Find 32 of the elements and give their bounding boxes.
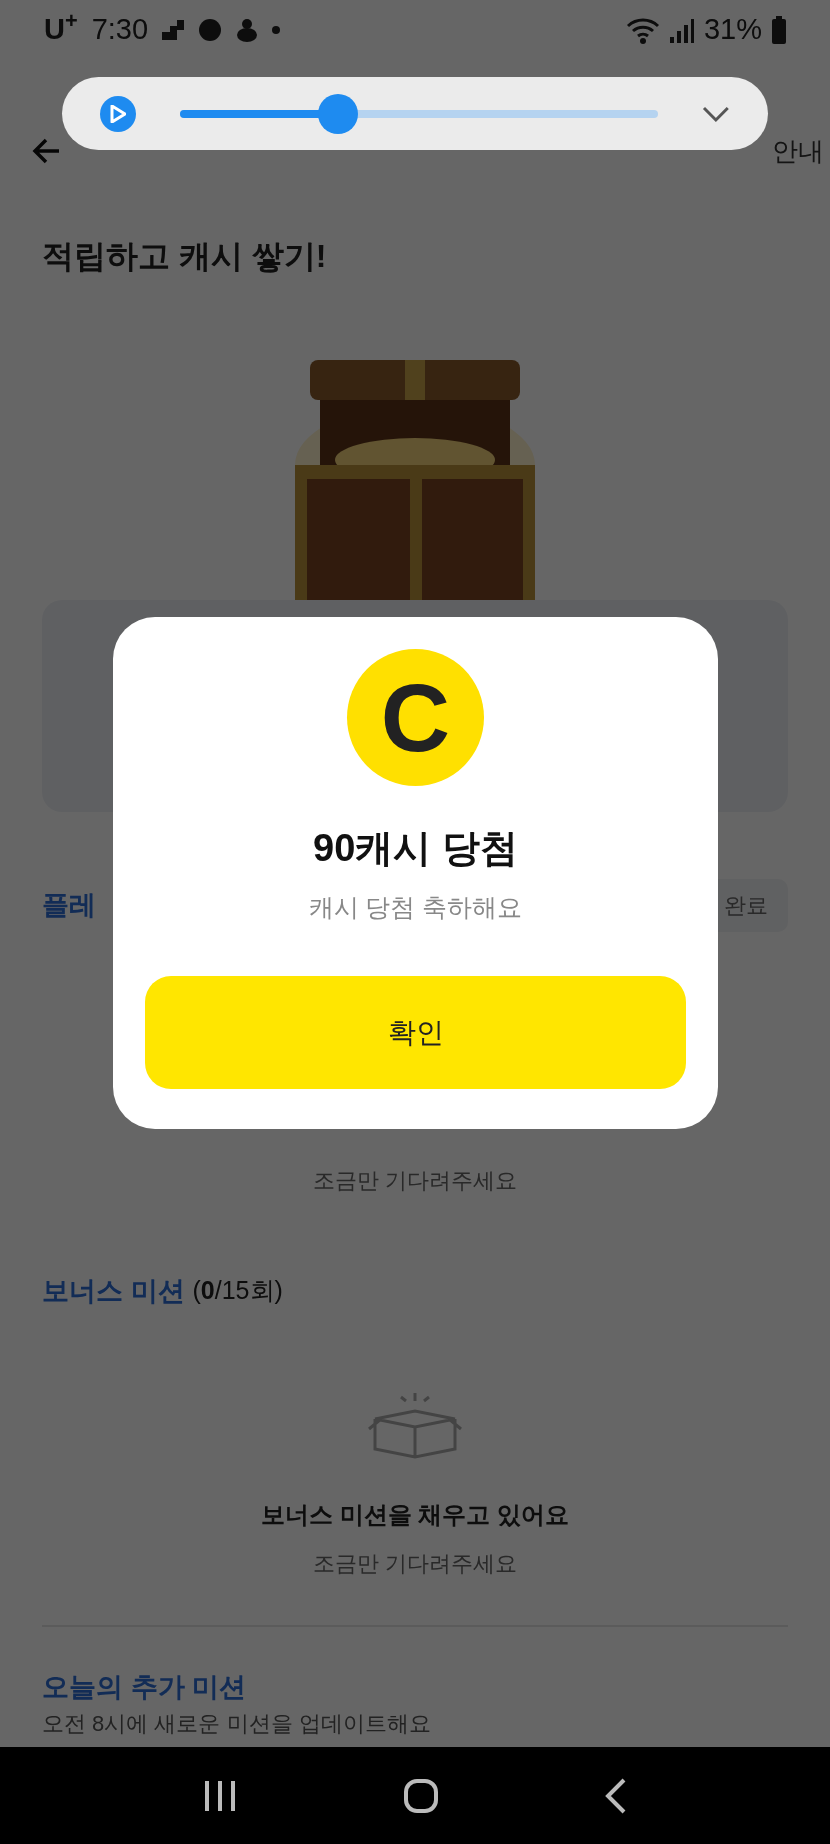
wifi-icon: [625, 16, 660, 44]
dialog-title: 90캐시 당첨: [313, 826, 518, 871]
notification-icon: [162, 20, 185, 40]
notification-icon: [236, 18, 259, 42]
battery-percent: 31%: [703, 12, 762, 48]
empty-box-icon: [367, 1391, 463, 1459]
chevron-down-icon[interactable]: [702, 105, 730, 122]
section-title: 플레: [42, 888, 96, 922]
battery-icon: [772, 16, 786, 44]
recent-apps-icon[interactable]: [203, 1778, 237, 1813]
section-title: 오늘의 추가 미션: [41, 1671, 247, 1704]
empty-subtitle: 조금만 기다려주세요: [312, 1550, 518, 1578]
seek-thumb[interactable]: [317, 93, 358, 134]
empty-subtitle: 조금만 기다려주세요: [312, 1167, 518, 1195]
carrier-label: U$^{+}$: [44, 8, 78, 48]
section-title: 보너스 미션: [42, 1274, 185, 1308]
empty-title: 보너스 미션을 채우고 있어요: [261, 1500, 569, 1530]
mission-count: (0/15회): [192, 1275, 283, 1307]
play-button[interactable]: [100, 95, 136, 132]
back-button[interactable]: [32, 136, 60, 166]
page-headline: 적립하고 캐시 쌓기!: [41, 237, 328, 276]
clock-time: 7:30: [91, 12, 149, 48]
dot-icon: [272, 26, 281, 34]
back-icon[interactable]: [605, 1777, 627, 1814]
notification-icon: [198, 18, 223, 42]
section-subtitle: 오전 8시에 새로운 미션을 업데이트해요: [41, 1710, 432, 1738]
coin-icon: C: [347, 649, 484, 786]
dialog-message: 캐시 당첨 축하해요: [308, 892, 523, 923]
home-icon[interactable]: [403, 1777, 439, 1814]
signal-icon: [669, 17, 694, 43]
confirm-button[interactable]: 확인: [145, 976, 686, 1089]
play-icon: [109, 104, 126, 123]
